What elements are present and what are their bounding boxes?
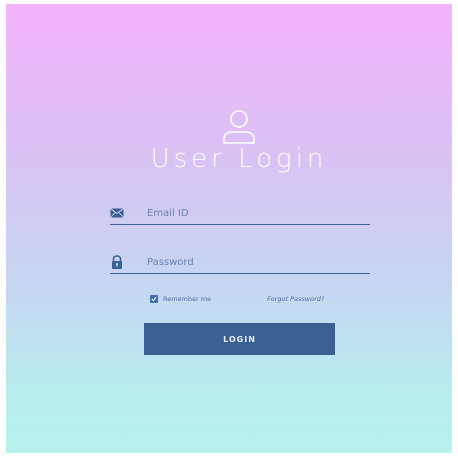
checkmark-icon	[151, 296, 157, 302]
page-title: User Login	[150, 144, 328, 174]
forgot-password-link[interactable]: Forgot Password?	[267, 295, 324, 303]
email-input[interactable]	[147, 204, 362, 222]
user-icon	[223, 110, 255, 144]
email-field-wrapper	[110, 202, 370, 225]
password-field-wrapper	[110, 251, 370, 274]
login-button[interactable]: LOGIN	[144, 323, 335, 355]
remember-me[interactable]: Remember me	[150, 295, 211, 303]
login-background: User Login Remember me Forgot Password? …	[6, 4, 452, 453]
password-input[interactable]	[147, 253, 362, 271]
remember-label: Remember me	[163, 295, 212, 303]
envelope-icon	[110, 208, 124, 218]
lock-icon	[112, 255, 122, 269]
remember-checkbox[interactable]	[150, 295, 158, 303]
